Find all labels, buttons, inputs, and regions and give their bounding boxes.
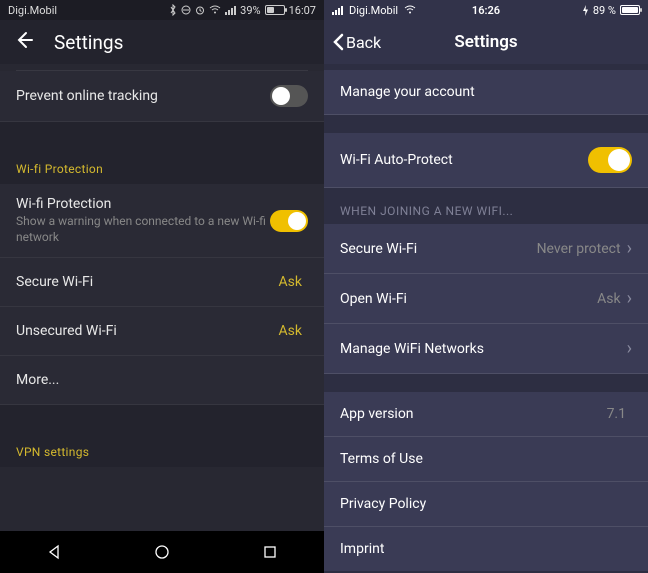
prevent-tracking-row[interactable]: Prevent online tracking xyxy=(0,71,324,122)
nav-home-icon[interactable] xyxy=(152,542,172,562)
secure-wifi-value: Never protect xyxy=(537,241,621,257)
secure-wifi-value: Ask xyxy=(279,274,302,290)
app-version-value: 7.1 xyxy=(607,406,626,422)
imprint-row[interactable]: Imprint xyxy=(324,527,648,571)
wifi-protection-sub: Show a warning when connected to a new W… xyxy=(16,214,270,245)
unsecured-wifi-row[interactable]: Unsecured Wi-Fi Ask xyxy=(0,307,324,356)
manage-account-label: Manage your account xyxy=(340,84,632,100)
ios-screen: Digi.Mobil 16:26 89 % Back Settings Mana… xyxy=(324,0,648,573)
back-button[interactable]: Back xyxy=(332,33,381,52)
app-version-row: App version 7.1 xyxy=(324,392,648,437)
manage-account-row[interactable]: Manage your account xyxy=(324,70,648,115)
section-spacer xyxy=(324,374,648,392)
auto-protect-toggle[interactable] xyxy=(588,147,632,173)
lightning-icon xyxy=(582,5,589,16)
secure-wifi-label: Secure Wi-Fi xyxy=(16,274,279,290)
wifi-protection-toggle[interactable] xyxy=(270,210,308,232)
battery-icon xyxy=(265,5,285,15)
auto-protect-label: Wi-Fi Auto-Protect xyxy=(340,152,588,168)
section-spacer xyxy=(0,405,324,427)
clock: 16:26 xyxy=(472,4,500,17)
privacy-label: Privacy Policy xyxy=(340,496,632,512)
prevent-tracking-label: Prevent online tracking xyxy=(16,88,270,104)
android-screen: Digi.Mobil 39% 16:07 Settings xyxy=(0,0,324,573)
open-wifi-value: Ask xyxy=(597,291,620,307)
manage-networks-row[interactable]: Manage WiFi Networks › xyxy=(324,324,648,374)
wifi-section-header: Wi-fi Protection xyxy=(0,144,324,184)
privacy-row[interactable]: Privacy Policy xyxy=(324,482,648,527)
status-bar: Digi.Mobil 39% 16:07 xyxy=(0,0,324,20)
terms-row[interactable]: Terms of Use xyxy=(324,437,648,482)
imprint-label: Imprint xyxy=(340,541,632,557)
page-title: Settings xyxy=(54,31,123,54)
secure-wifi-row[interactable]: Secure Wi-Fi Never protect › xyxy=(324,224,648,274)
header: Settings xyxy=(0,20,324,64)
more-row[interactable]: More... xyxy=(0,356,324,405)
nav-recent-icon[interactable] xyxy=(260,542,280,562)
chevron-right-icon: › xyxy=(627,238,632,259)
battery-icon xyxy=(620,5,640,15)
join-section-header: WHEN JOINING A NEW WIFI... xyxy=(324,188,648,224)
section-spacer xyxy=(0,122,324,144)
app-version-label: App version xyxy=(340,406,607,422)
chevron-left-icon xyxy=(332,33,344,51)
dnd-icon xyxy=(181,5,191,15)
signal-icon xyxy=(225,6,236,15)
prevent-tracking-toggle[interactable] xyxy=(270,85,308,107)
unsecured-wifi-label: Unsecured Wi-Fi xyxy=(16,323,279,339)
signal-icon xyxy=(332,6,343,15)
open-wifi-row[interactable]: Open Wi-Fi Ask › xyxy=(324,274,648,324)
back-label: Back xyxy=(346,33,381,52)
chevron-right-icon: › xyxy=(627,288,632,309)
header: Back Settings xyxy=(324,20,648,64)
page-title: Settings xyxy=(454,32,517,52)
battery-percent: 89 % xyxy=(593,4,616,17)
carrier-label: Digi.Mobil xyxy=(349,4,398,17)
chevron-right-icon: › xyxy=(627,338,632,359)
alarm-icon xyxy=(195,5,205,15)
status-bar: Digi.Mobil 16:26 89 % xyxy=(324,0,648,20)
wifi-icon xyxy=(404,5,416,15)
back-arrow-icon[interactable] xyxy=(14,30,34,54)
manage-networks-label: Manage WiFi Networks xyxy=(340,341,627,357)
wifi-icon xyxy=(209,5,221,15)
wifi-protection-row[interactable]: Wi-fi Protection Show a warning when con… xyxy=(0,184,324,258)
clock: 16:07 xyxy=(289,4,316,17)
carrier-label: Digi.Mobil xyxy=(8,4,57,17)
secure-wifi-row[interactable]: Secure Wi-Fi Ask xyxy=(0,258,324,307)
open-wifi-label: Open Wi-Fi xyxy=(340,291,597,307)
secure-wifi-label: Secure Wi-Fi xyxy=(340,241,537,257)
battery-percent: 39% xyxy=(240,4,260,17)
more-label: More... xyxy=(16,372,308,388)
auto-protect-row[interactable]: Wi-Fi Auto-Protect xyxy=(324,133,648,188)
unsecured-wifi-value: Ask xyxy=(279,323,302,339)
nav-back-icon[interactable] xyxy=(44,542,64,562)
android-navbar xyxy=(0,531,324,573)
vpn-section-header: VPN settings xyxy=(0,427,324,467)
wifi-protection-label: Wi-fi Protection xyxy=(16,196,270,212)
section-spacer xyxy=(324,115,648,133)
terms-label: Terms of Use xyxy=(340,451,632,467)
bluetooth-icon xyxy=(169,4,177,16)
